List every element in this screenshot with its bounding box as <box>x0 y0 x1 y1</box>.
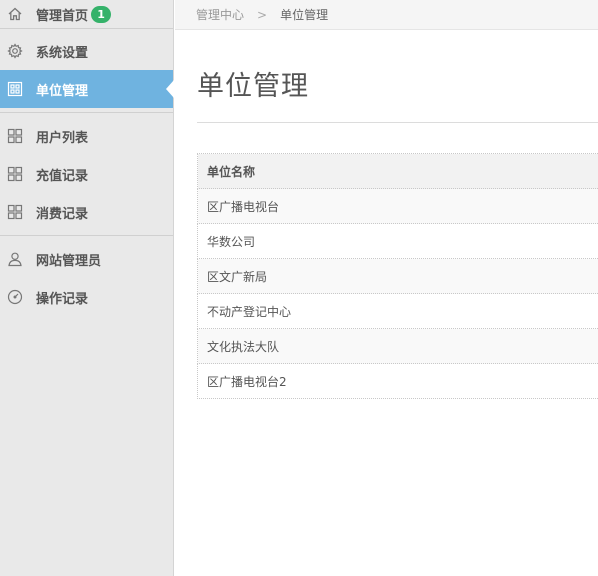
sidebar-item-unit-management[interactable]: 单位管理 <box>0 70 174 108</box>
user-icon <box>7 251 23 267</box>
grid-icon <box>7 204 23 220</box>
sidebar-item-recharge-records[interactable]: 充值记录 <box>0 155 173 193</box>
gear-icon <box>7 43 23 59</box>
home-icon <box>7 6 23 22</box>
unit-name-cell: 区广播电视台 <box>197 188 598 224</box>
grid-icon <box>7 128 23 144</box>
sidebar-item-label: 系统设置 <box>36 45 89 61</box>
sidebar-item-site-admins[interactable]: 网站管理员 <box>0 240 173 278</box>
sidebar-item-system-settings[interactable]: 系统设置 <box>0 32 173 70</box>
sidebar-item-label: 管理首页 <box>36 8 89 24</box>
breadcrumb: 管理中心 > 单位管理 <box>175 0 598 30</box>
dashboard-icon <box>7 289 23 305</box>
table-row[interactable]: 区广播电视台 <box>197 188 598 224</box>
sidebar-item-label: 操作记录 <box>36 291 89 307</box>
table-header-row: 单位名称 <box>197 153 598 189</box>
table-row[interactable]: 华数公司 <box>197 223 598 259</box>
breadcrumb-current: 单位管理 <box>280 8 329 22</box>
sidebar-item-label: 网站管理员 <box>36 253 102 269</box>
title-divider <box>197 122 598 123</box>
sidebar-item-consumption-records[interactable]: 消费记录 <box>0 193 173 231</box>
unit-name-cell: 不动产登记中心 <box>197 293 598 329</box>
sidebar: 管理首页 1 系统设置 单位管理 用户列表 充值记录 消费记录 网站管理员 操作… <box>0 0 174 576</box>
column-header-unit-name: 单位名称 <box>197 153 598 189</box>
sidebar-item-operation-log[interactable]: 操作记录 <box>0 278 173 316</box>
unit-name-cell: 华数公司 <box>197 223 598 259</box>
grid-icon <box>7 166 23 182</box>
unit-name-cell: 区广播电视台2 <box>197 363 598 399</box>
table-row[interactable]: 文化执法大队 <box>197 328 598 364</box>
sidebar-item-label: 用户列表 <box>36 130 89 146</box>
sidebar-item-label: 充值记录 <box>36 168 89 184</box>
unit-name-cell: 区文广新局 <box>197 258 598 294</box>
unit-name-cell: 文化执法大队 <box>197 328 598 364</box>
sidebar-item-user-list[interactable]: 用户列表 <box>0 117 173 155</box>
grid-icon <box>7 81 23 97</box>
units-table: 单位名称 区广播电视台 华数公司 区文广新局 不动产登记中心 文化执法大队 区广… <box>197 153 598 399</box>
breadcrumb-separator: > <box>257 7 268 22</box>
breadcrumb-root-link[interactable]: 管理中心 <box>196 6 244 23</box>
sidebar-item-label: 单位管理 <box>36 83 89 99</box>
table-row[interactable]: 区广播电视台2 <box>197 363 598 399</box>
sidebar-item-label: 消费记录 <box>36 206 89 222</box>
notification-badge: 1 <box>91 5 112 23</box>
table-row[interactable]: 不动产登记中心 <box>197 293 598 329</box>
page-title: 单位管理 <box>197 71 309 102</box>
sidebar-item-home[interactable]: 管理首页 1 <box>0 0 173 28</box>
table-row[interactable]: 区文广新局 <box>197 258 598 294</box>
